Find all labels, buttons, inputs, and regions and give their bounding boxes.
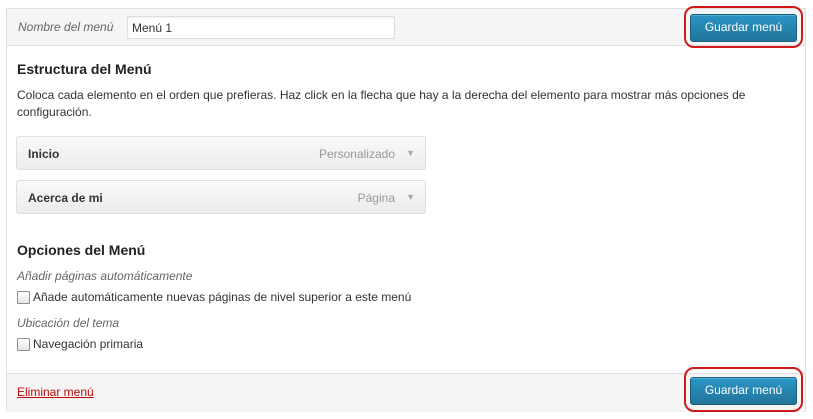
- menu-item-type: Personalizado: [318, 147, 395, 161]
- auto-add-checkbox[interactable]: [17, 291, 30, 304]
- menu-item-title: Inicio: [28, 147, 60, 161]
- save-menu-button-top[interactable]: Guardar menú: [690, 14, 797, 42]
- theme-location-label: Ubicación del tema: [17, 316, 120, 330]
- menu-item-type: Página: [357, 191, 395, 205]
- triangle-down-icon[interactable]: ▼: [406, 192, 415, 202]
- auto-add-checkbox-label[interactable]: Añade automáticamente nuevas páginas de …: [33, 290, 411, 304]
- structure-title: Estructura del Menú: [17, 61, 152, 77]
- menu-header-bar: Nombre del menú: [7, 9, 805, 46]
- menu-name-label: Nombre del menú: [18, 20, 114, 34]
- menu-footer-bar: Eliminar menú: [7, 373, 805, 412]
- delete-menu-link[interactable]: Eliminar menú: [17, 385, 94, 399]
- auto-add-label: Añadir páginas automáticamente: [17, 269, 193, 283]
- menu-item-acerca-de-mi[interactable]: Acerca de mi Página ▼: [16, 180, 426, 214]
- primary-nav-checkbox-label[interactable]: Navegación primaria: [33, 337, 143, 351]
- menu-item-inicio[interactable]: Inicio Personalizado ▼: [16, 136, 426, 170]
- options-title: Opciones del Menú: [17, 242, 146, 258]
- save-menu-button-bottom[interactable]: Guardar menú: [690, 377, 797, 405]
- triangle-down-icon[interactable]: ▼: [406, 148, 415, 158]
- structure-description: Coloca cada elemento en el orden que pre…: [17, 88, 746, 119]
- primary-nav-checkbox[interactable]: [17, 338, 30, 351]
- menu-editor-panel: Nombre del menú Estructura del Menú Colo…: [6, 8, 806, 412]
- menu-item-title: Acerca de mi: [28, 191, 103, 205]
- menu-name-input[interactable]: [127, 16, 395, 39]
